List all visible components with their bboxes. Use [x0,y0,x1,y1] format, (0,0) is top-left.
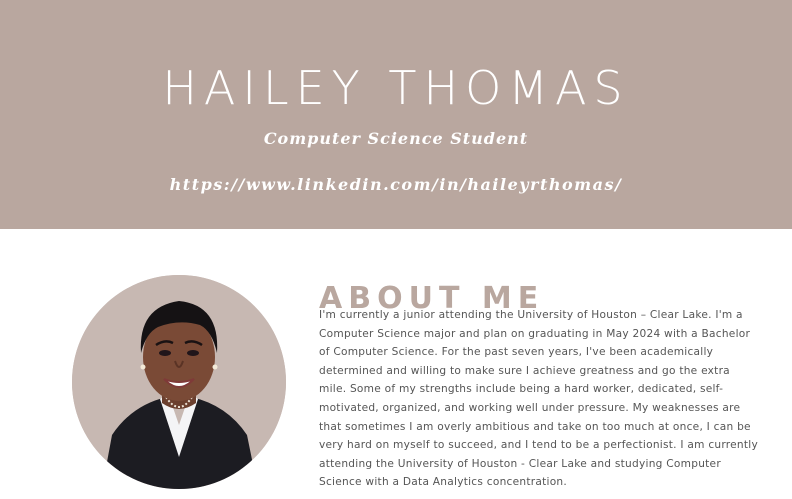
page-title: HAILEY THOMAS [162,61,630,115]
hero-subtitle: Computer Science Student [263,129,529,148]
about-paragraph: I'm currently a junior attending the Uni… [319,309,759,489]
linkedin-link[interactable]: https://www.linkedin.com/in/haileyrthoma… [0,173,792,197]
hero-banner: HAILEY THOMAS Computer Science Student h… [0,0,792,229]
profile-photo [72,275,286,489]
